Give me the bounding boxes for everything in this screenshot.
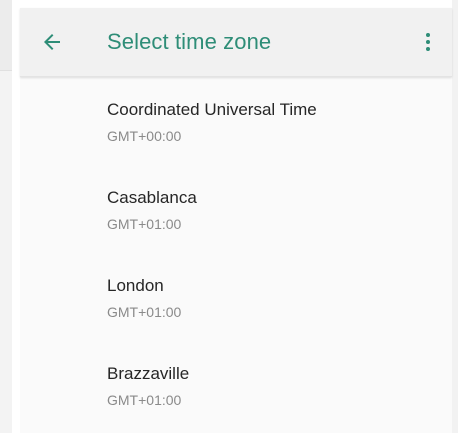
time-zone-offset: GMT+00:00 — [107, 128, 182, 144]
time-zone-list: Coordinated Universal Time GMT+00:00 Cas… — [20, 77, 452, 429]
back-button[interactable] — [36, 26, 68, 58]
background-app-edge — [0, 0, 12, 433]
time-zone-item[interactable]: Brazzaville GMT+01:00 — [20, 341, 452, 429]
time-zone-offset: GMT+01:00 — [107, 304, 182, 320]
time-zone-name: Coordinated Universal Time — [107, 100, 317, 119]
more-vert-icon — [426, 33, 430, 51]
app-toolbar: Select time zone — [20, 8, 452, 77]
background-app-toolbar — [0, 0, 12, 71]
time-zone-name: Brazzaville — [107, 364, 190, 383]
time-zone-name: London — [107, 276, 164, 295]
time-zone-item[interactable]: Coordinated Universal Time GMT+00:00 — [20, 77, 452, 165]
arrow-back-icon — [44, 34, 60, 50]
time-zone-offset: GMT+01:00 — [107, 216, 182, 232]
page-title: Select time zone — [107, 29, 272, 54]
time-zone-name: Casablanca — [107, 188, 197, 207]
time-zone-panel: Select time zone Coordinated Universal T… — [20, 8, 452, 433]
background-app-edge-right — [452, 0, 458, 433]
time-zone-offset: GMT+01:00 — [107, 392, 182, 408]
time-zone-item[interactable]: Casablanca GMT+01:00 — [20, 165, 452, 253]
overflow-menu-button[interactable] — [412, 26, 444, 58]
time-zone-item[interactable]: London GMT+01:00 — [20, 253, 452, 341]
